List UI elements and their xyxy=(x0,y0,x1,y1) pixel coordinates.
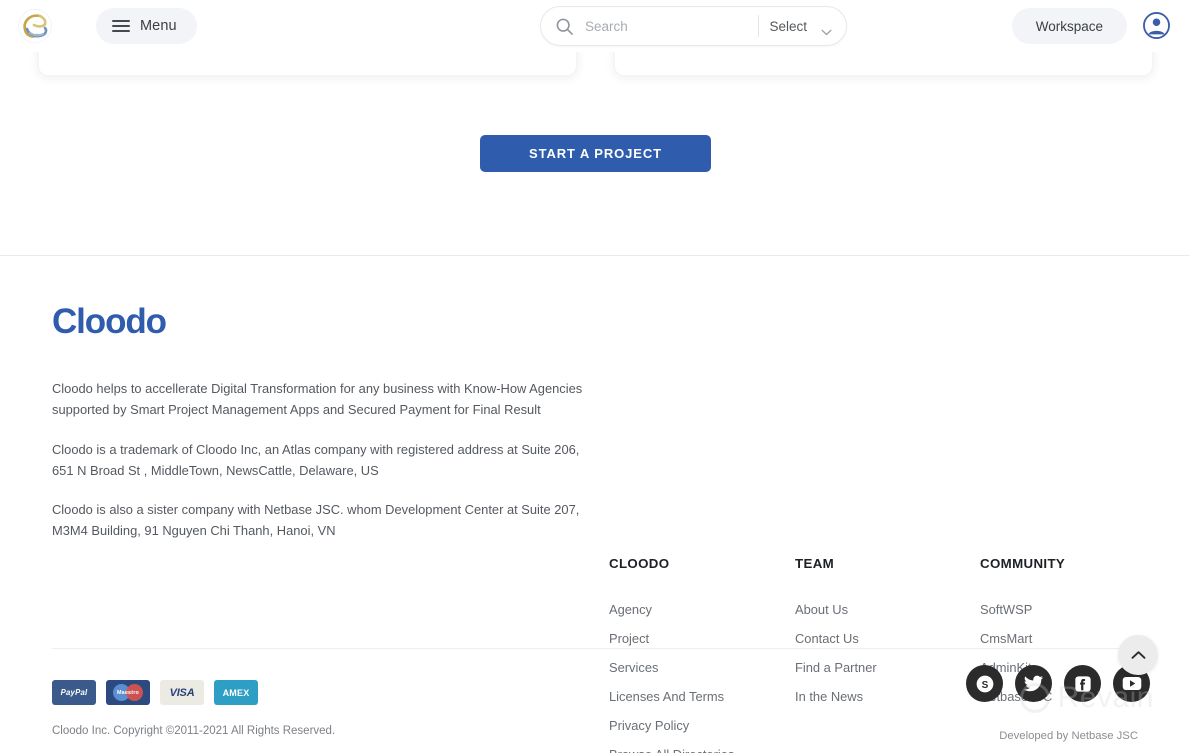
footer-divider xyxy=(52,648,1138,649)
footer-column-title: CLOODO xyxy=(609,556,670,571)
search-divider xyxy=(757,15,759,37)
social-links-row: S xyxy=(966,665,1150,702)
hamburger-icon xyxy=(112,20,130,32)
menu-button-label: Menu xyxy=(140,18,177,34)
footer-column-title: COMMUNITY xyxy=(980,556,1066,571)
footer-link-find-a-partner[interactable]: Find a Partner xyxy=(795,659,955,676)
facebook-icon[interactable] xyxy=(1064,665,1101,702)
developed-by-text: Developed by Netbase JSC xyxy=(999,730,1138,742)
footer-column-team: TEAM About Us Contact Us Find a Partner … xyxy=(795,556,955,705)
about-paragraph: Cloodo is a trademark of Cloodo Inc, an … xyxy=(52,441,580,478)
footer-link-browse-all-directories-agency[interactable]: Browse All Directories Agency xyxy=(609,746,769,753)
cta-section: START A PROJECT xyxy=(0,76,1190,255)
scroll-to-top-button[interactable] xyxy=(1118,635,1158,675)
twitter-icon[interactable] xyxy=(1015,665,1052,702)
site-header: Menu Select Workspace xyxy=(0,0,1190,52)
amex-icon: AMEX xyxy=(214,680,258,705)
footer-link-services[interactable]: Services xyxy=(609,659,769,676)
workspace-button[interactable]: Workspace xyxy=(1011,8,1127,44)
search-scope-label: Select xyxy=(769,18,807,34)
footer-brand-logo[interactable]: Cloodo xyxy=(52,302,167,342)
footer-link-softwsp[interactable]: SoftWSP xyxy=(980,601,1160,618)
chevron-up-icon xyxy=(1131,651,1145,659)
about-paragraph: Cloodo helps to accellerate Digital Tran… xyxy=(52,381,583,418)
chevron-down-icon xyxy=(821,23,832,35)
maestro-icon: Maestro xyxy=(106,680,150,705)
footer-link-about-us[interactable]: About Us xyxy=(795,601,955,618)
search-scope-select[interactable]: Select xyxy=(769,18,836,35)
search-input[interactable] xyxy=(585,18,754,34)
footer-link-agency[interactable]: Agency xyxy=(609,601,769,618)
footer-link-licenses-and-terms[interactable]: Licenses And Terms xyxy=(609,688,769,705)
paypal-icon: PayPal xyxy=(52,680,96,705)
visa-icon: VISA xyxy=(160,680,204,705)
footer-brand-text: Cloodo xyxy=(52,302,167,341)
site-footer: Cloodo Cloodo helps to accellerate Digit… xyxy=(0,256,1190,753)
page-root: Menu Select Workspace xyxy=(0,0,1190,753)
payment-methods-row: PayPal Maestro VISA AMEX xyxy=(52,680,258,705)
copyright-text: Cloodo Inc. Copyright ©2011-2021 All Rig… xyxy=(52,725,336,737)
search-bar[interactable]: Select xyxy=(540,6,847,46)
skype-icon[interactable]: S xyxy=(966,665,1003,702)
start-a-project-button[interactable]: START A PROJECT xyxy=(480,135,711,172)
menu-button[interactable]: Menu xyxy=(96,8,197,44)
footer-about-column: Cloodo helps to accellerate Digital Tran… xyxy=(52,378,588,542)
footer-column-title: TEAM xyxy=(795,556,835,571)
footer-link-privacy-policy[interactable]: Privacy Policy xyxy=(609,717,769,734)
footer-column-cloodo: CLOODO Agency Project Services Licenses … xyxy=(609,556,769,753)
account-avatar-icon[interactable] xyxy=(1143,12,1170,39)
search-icon xyxy=(555,17,574,36)
cloodo-logo-icon[interactable] xyxy=(16,7,54,45)
about-paragraph: Cloodo is also a sister company with Net… xyxy=(52,502,580,539)
footer-link-in-the-news[interactable]: In the News xyxy=(795,688,955,705)
footer-link-contact-us[interactable]: Contact Us xyxy=(795,630,955,647)
footer-link-project[interactable]: Project xyxy=(609,630,769,647)
maestro-label: Maestro xyxy=(116,689,140,696)
svg-text:S: S xyxy=(981,679,988,690)
